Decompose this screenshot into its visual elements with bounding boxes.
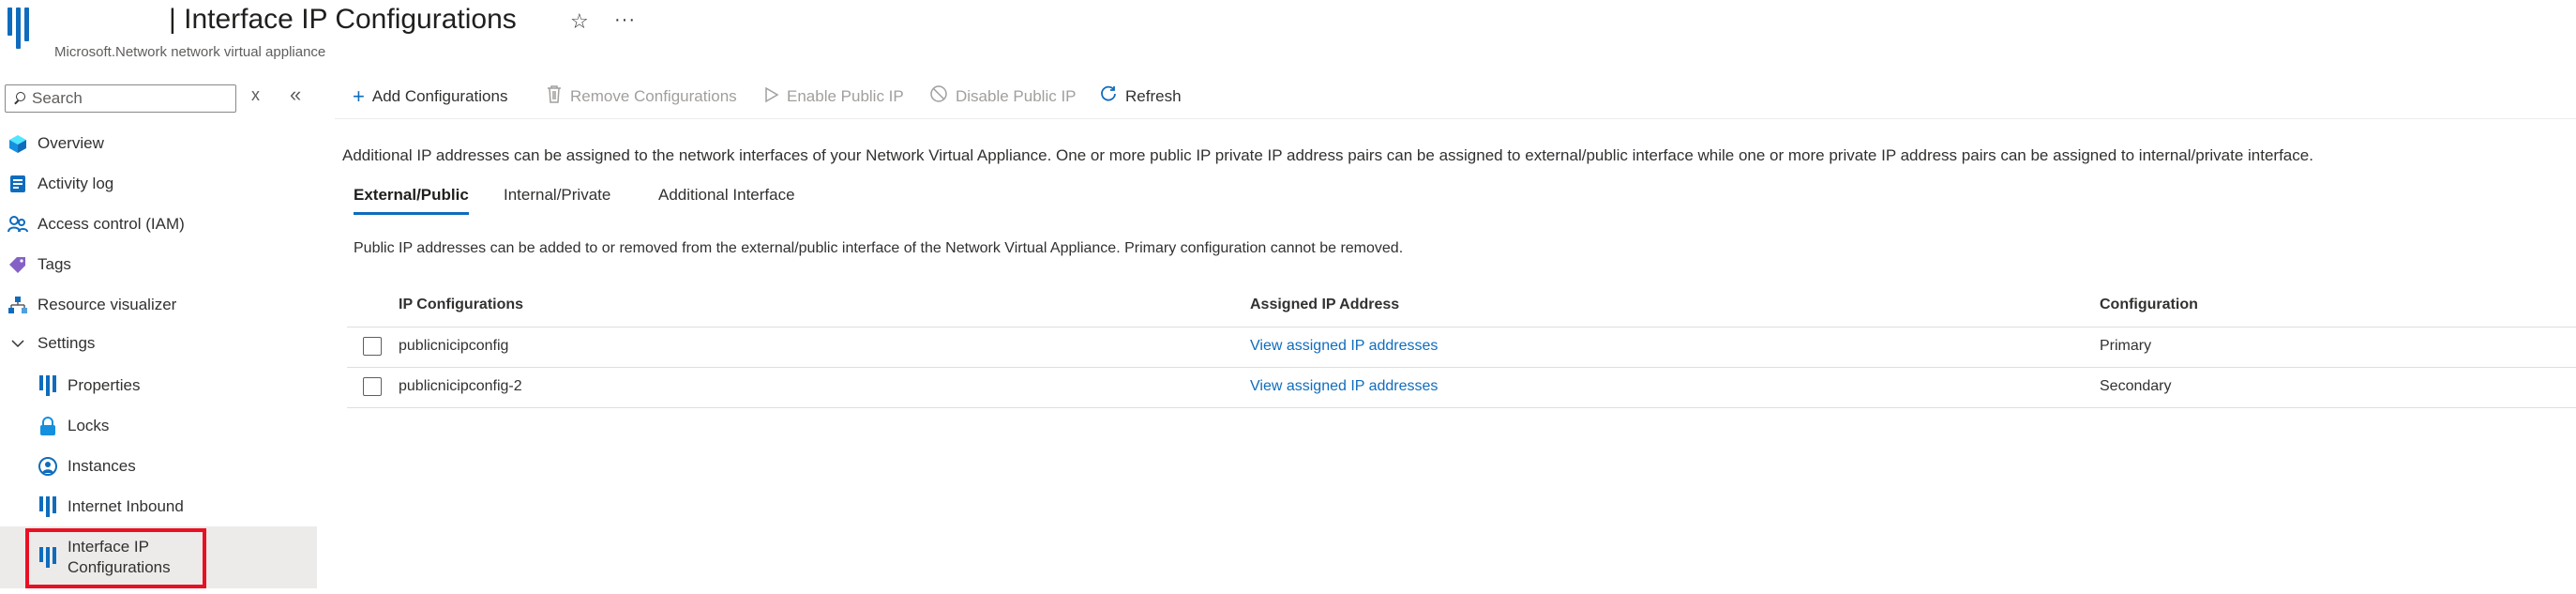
activity-log-icon [8, 174, 28, 194]
sidebar-item-resource-visualizer[interactable]: Resource visualizer [0, 284, 317, 325]
toolbar-label: Refresh [1125, 87, 1182, 105]
chevron-down-icon [8, 333, 28, 354]
disable-public-ip-button[interactable]: Disable Public IP [929, 83, 1077, 111]
sidebar-item-activity-log[interactable]: Activity log [0, 163, 317, 204]
sidebar-item-label: Tags [38, 254, 71, 273]
toolbar-label: Add Configurations [371, 87, 508, 105]
table-header-row: IP Configurations Assigned IP Address Co… [347, 289, 2576, 327]
sidebar-item-label: Activity log [38, 174, 114, 192]
sidebar-item-instances[interactable]: Instances [0, 446, 317, 486]
sidebar-item-locks[interactable]: Locks [0, 405, 317, 446]
sidebar-item-label: Settings [38, 333, 96, 352]
sidebar-item-label: Resource visualizer [38, 295, 177, 313]
tab-internal-private[interactable]: Internal/Private [504, 186, 610, 212]
tab-additional-interface[interactable]: Additional Interface [658, 186, 795, 212]
toolbar-label: Enable Public IP [787, 87, 904, 105]
sidebar-item-label: Locks [68, 416, 110, 434]
tag-icon [8, 254, 28, 275]
more-options-icon[interactable]: ··· [614, 9, 636, 31]
column-header-assigned-ip[interactable]: Assigned IP Address [1250, 297, 1399, 313]
sidebar-item-access-control[interactable]: Access control (IAM) [0, 204, 317, 244]
sidebar-group-settings[interactable]: Settings [0, 323, 317, 363]
search-input[interactable] [30, 88, 221, 109]
tab-description: Public IP addresses can be added to or r… [354, 240, 1404, 256]
bars-icon [38, 495, 58, 517]
row-checkbox[interactable] [363, 337, 382, 356]
sidebar-item-label: Internet Inbound [68, 496, 184, 515]
table-row: publicnicipconfig View assigned IP addre… [347, 327, 2576, 368]
configuration-type: Primary [2100, 338, 2152, 354]
row-checkbox[interactable] [363, 377, 382, 396]
sidebar-item-internet-inbound[interactable]: Internet Inbound [0, 486, 317, 526]
page-subtitle: Microsoft.Network network virtual applia… [54, 44, 326, 60]
play-icon [764, 84, 779, 109]
remove-configurations-button[interactable]: Remove Configurations [546, 83, 737, 111]
view-assigned-ip-link[interactable]: View assigned IP addresses [1250, 338, 1438, 355]
sidebar-item-label: Access control (IAM) [38, 214, 185, 233]
clear-search-button[interactable]: x [251, 85, 260, 105]
sidebar-item-label: Properties [68, 375, 141, 394]
sidebar-item-label: Overview [38, 133, 104, 152]
sidebar-item-properties[interactable]: Properties [0, 365, 317, 405]
favorite-star-icon[interactable]: ☆ [570, 9, 589, 34]
page-title: | Interface IP Configurations [169, 4, 517, 35]
tab-external-public[interactable]: External/Public [354, 186, 469, 215]
sidebar-item-overview[interactable]: Overview [0, 123, 317, 163]
ip-config-name: publicnicipconfig-2 [399, 378, 522, 394]
ip-config-name: publicnicipconfig [399, 338, 509, 354]
app-logo-icon [8, 8, 36, 49]
toolbar-label: Remove Configurations [570, 87, 737, 105]
trash-icon [546, 84, 563, 109]
refresh-button[interactable]: Refresh [1099, 83, 1182, 111]
hierarchy-icon [8, 295, 28, 315]
people-icon [8, 214, 28, 235]
configuration-type: Secondary [2100, 378, 2172, 394]
sidebar-item-tags[interactable]: Tags [0, 244, 317, 284]
block-icon [929, 84, 948, 109]
selection-highlight-box [25, 528, 206, 588]
search-icon [13, 92, 26, 105]
column-header-ip-configurations[interactable]: IP Configurations [399, 297, 523, 313]
lock-icon [38, 416, 58, 436]
instances-icon [38, 456, 58, 477]
plus-icon: + [353, 84, 365, 108]
bars-icon [38, 374, 58, 396]
sidebar-item-label: Instances [68, 456, 136, 475]
add-configurations-button[interactable]: + Add Configurations [353, 83, 507, 111]
column-header-configuration[interactable]: Configuration [2100, 297, 2198, 313]
view-assigned-ip-link[interactable]: View assigned IP addresses [1250, 378, 1438, 395]
refresh-icon [1099, 84, 1118, 109]
overview-cube-icon [8, 133, 28, 154]
toolbar-label: Disable Public IP [956, 87, 1077, 105]
enable-public-ip-button[interactable]: Enable Public IP [764, 83, 904, 111]
sidebar-search[interactable] [5, 84, 236, 113]
table-row: publicnicipconfig-2 View assigned IP add… [347, 367, 2576, 408]
collapse-sidebar-button[interactable]: « [290, 83, 301, 107]
page-description: Additional IP addresses can be assigned … [342, 146, 2313, 164]
toolbar-divider [335, 118, 2576, 119]
